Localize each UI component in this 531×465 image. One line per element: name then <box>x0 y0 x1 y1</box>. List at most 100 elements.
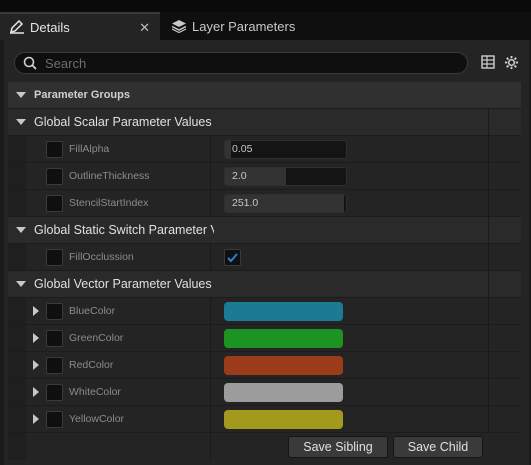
column-divider <box>210 163 211 190</box>
param-row-fillocclussion: FillOcclussion <box>8 243 521 271</box>
details-panel: Parameter Groups Global Scalar Parameter… <box>4 40 529 465</box>
tab-layer-parameters-label: Layer Parameters <box>192 18 296 34</box>
pencil-icon <box>6 20 28 34</box>
column-divider <box>210 406 211 433</box>
tab-details-label: Details <box>30 19 70 35</box>
column-divider <box>488 163 489 190</box>
checkmark-icon <box>227 253 238 263</box>
save-buttons-row: Save Sibling Save Child <box>8 432 521 460</box>
value-slider-fill <box>225 141 231 158</box>
tab-bar: Details ✕ Layer Parameters <box>0 0 531 40</box>
param-row-whitecolor: WhiteColor <box>8 378 521 406</box>
override-checkbox[interactable] <box>46 330 63 347</box>
search-row <box>4 40 529 82</box>
column-divider <box>210 298 211 325</box>
category-vector-title: Global Vector Parameter Values <box>34 277 212 291</box>
indent-gutter <box>8 433 26 460</box>
column-divider <box>210 244 211 271</box>
indent-gutter <box>8 190 26 217</box>
parameter-groups-title: Parameter Groups <box>34 89 130 101</box>
indent-gutter <box>8 352 26 379</box>
close-icon[interactable]: ✕ <box>139 20 150 36</box>
column-divider <box>210 433 211 460</box>
tab-details[interactable]: Details ✕ <box>0 12 160 40</box>
param-value: 251.0 <box>232 197 259 209</box>
settings-gear-icon[interactable] <box>504 55 519 75</box>
column-divider <box>210 325 211 352</box>
param-name: OutlineThickness <box>69 170 150 182</box>
search-input[interactable] <box>45 55 445 71</box>
override-checkbox[interactable] <box>46 168 63 185</box>
collapse-caret-icon <box>16 227 26 233</box>
param-value: 2.0 <box>232 170 247 182</box>
layers-icon <box>168 19 190 33</box>
override-checkbox[interactable] <box>46 384 63 401</box>
column-divider <box>488 298 489 325</box>
expand-arrow-icon[interactable] <box>33 414 39 424</box>
collapse-caret-icon <box>16 92 26 98</box>
category-scalar-parameters[interactable]: Global Scalar Parameter Values <box>8 108 521 136</box>
param-row-outlinethickness: OutlineThickness 2.0 <box>8 162 521 190</box>
search-icon <box>23 56 37 70</box>
fillocclussion-checkbox[interactable] <box>224 249 241 266</box>
outlinethickness-value-field[interactable]: 2.0 <box>224 167 347 186</box>
tab-bar-top-strip <box>0 0 531 12</box>
override-checkbox[interactable] <box>46 249 63 266</box>
param-value: 0.05 <box>232 143 253 155</box>
param-name: RedColor <box>69 359 114 371</box>
category-static-switch-parameters[interactable]: Global Static Switch Parameter Values <box>8 216 521 244</box>
category-scalar-title: Global Scalar Parameter Values <box>34 115 212 129</box>
expand-arrow-icon[interactable] <box>33 306 39 316</box>
param-name: StencilStartIndex <box>69 197 149 209</box>
column-divider <box>210 190 211 217</box>
param-row-greencolor: GreenColor <box>8 324 521 352</box>
column-divider <box>488 109 489 136</box>
expand-arrow-icon[interactable] <box>33 333 39 343</box>
param-name: YellowColor <box>69 413 125 425</box>
column-divider <box>488 325 489 352</box>
indent-gutter <box>8 136 26 163</box>
category-vector-parameters[interactable]: Global Vector Parameter Values <box>8 270 521 298</box>
stencilstartindex-value-field[interactable]: 251.0 <box>224 194 347 213</box>
search-box[interactable] <box>14 52 468 74</box>
param-row-stencilstartindex: StencilStartIndex 251.0 <box>8 189 521 217</box>
bluecolor-swatch[interactable] <box>224 302 343 321</box>
param-row-fillalpha: FillAlpha 0.05 <box>8 135 521 163</box>
column-divider <box>488 217 489 244</box>
parameter-groups-header[interactable]: Parameter Groups <box>8 82 521 108</box>
expand-arrow-icon[interactable] <box>33 387 39 397</box>
indent-gutter <box>8 298 26 325</box>
override-checkbox[interactable] <box>46 141 63 158</box>
column-divider <box>488 379 489 406</box>
indent-gutter <box>8 379 26 406</box>
greencolor-swatch[interactable] <box>224 329 343 348</box>
param-row-bluecolor: BlueColor <box>8 297 521 325</box>
yellowcolor-swatch[interactable] <box>224 410 343 429</box>
column-divider <box>488 244 489 271</box>
param-row-yellowcolor: YellowColor <box>8 405 521 433</box>
override-checkbox[interactable] <box>46 303 63 320</box>
param-name: FillOcclussion <box>69 251 134 263</box>
override-checkbox[interactable] <box>46 357 63 374</box>
collapse-caret-icon <box>16 281 26 287</box>
column-divider <box>488 352 489 379</box>
tab-layer-parameters[interactable]: Layer Parameters <box>162 12 342 40</box>
column-divider <box>488 271 489 298</box>
param-name: FillAlpha <box>69 143 110 155</box>
param-name: GreenColor <box>69 332 124 344</box>
save-sibling-button[interactable]: Save Sibling <box>288 436 388 458</box>
category-static-switch-title: Global Static Switch Parameter Values <box>34 223 214 237</box>
whitecolor-swatch[interactable] <box>224 383 343 402</box>
expand-arrow-icon[interactable] <box>33 360 39 370</box>
indent-gutter <box>8 406 26 433</box>
redcolor-swatch[interactable] <box>224 356 343 375</box>
column-divider <box>488 406 489 433</box>
indent-gutter <box>8 325 26 352</box>
fillalpha-value-field[interactable]: 0.05 <box>224 140 347 159</box>
table-view-icon[interactable] <box>481 55 495 74</box>
indent-gutter <box>8 163 26 190</box>
param-row-redcolor: RedColor <box>8 351 521 379</box>
save-child-button[interactable]: Save Child <box>393 436 483 458</box>
override-checkbox[interactable] <box>46 411 63 428</box>
override-checkbox[interactable] <box>46 195 63 212</box>
